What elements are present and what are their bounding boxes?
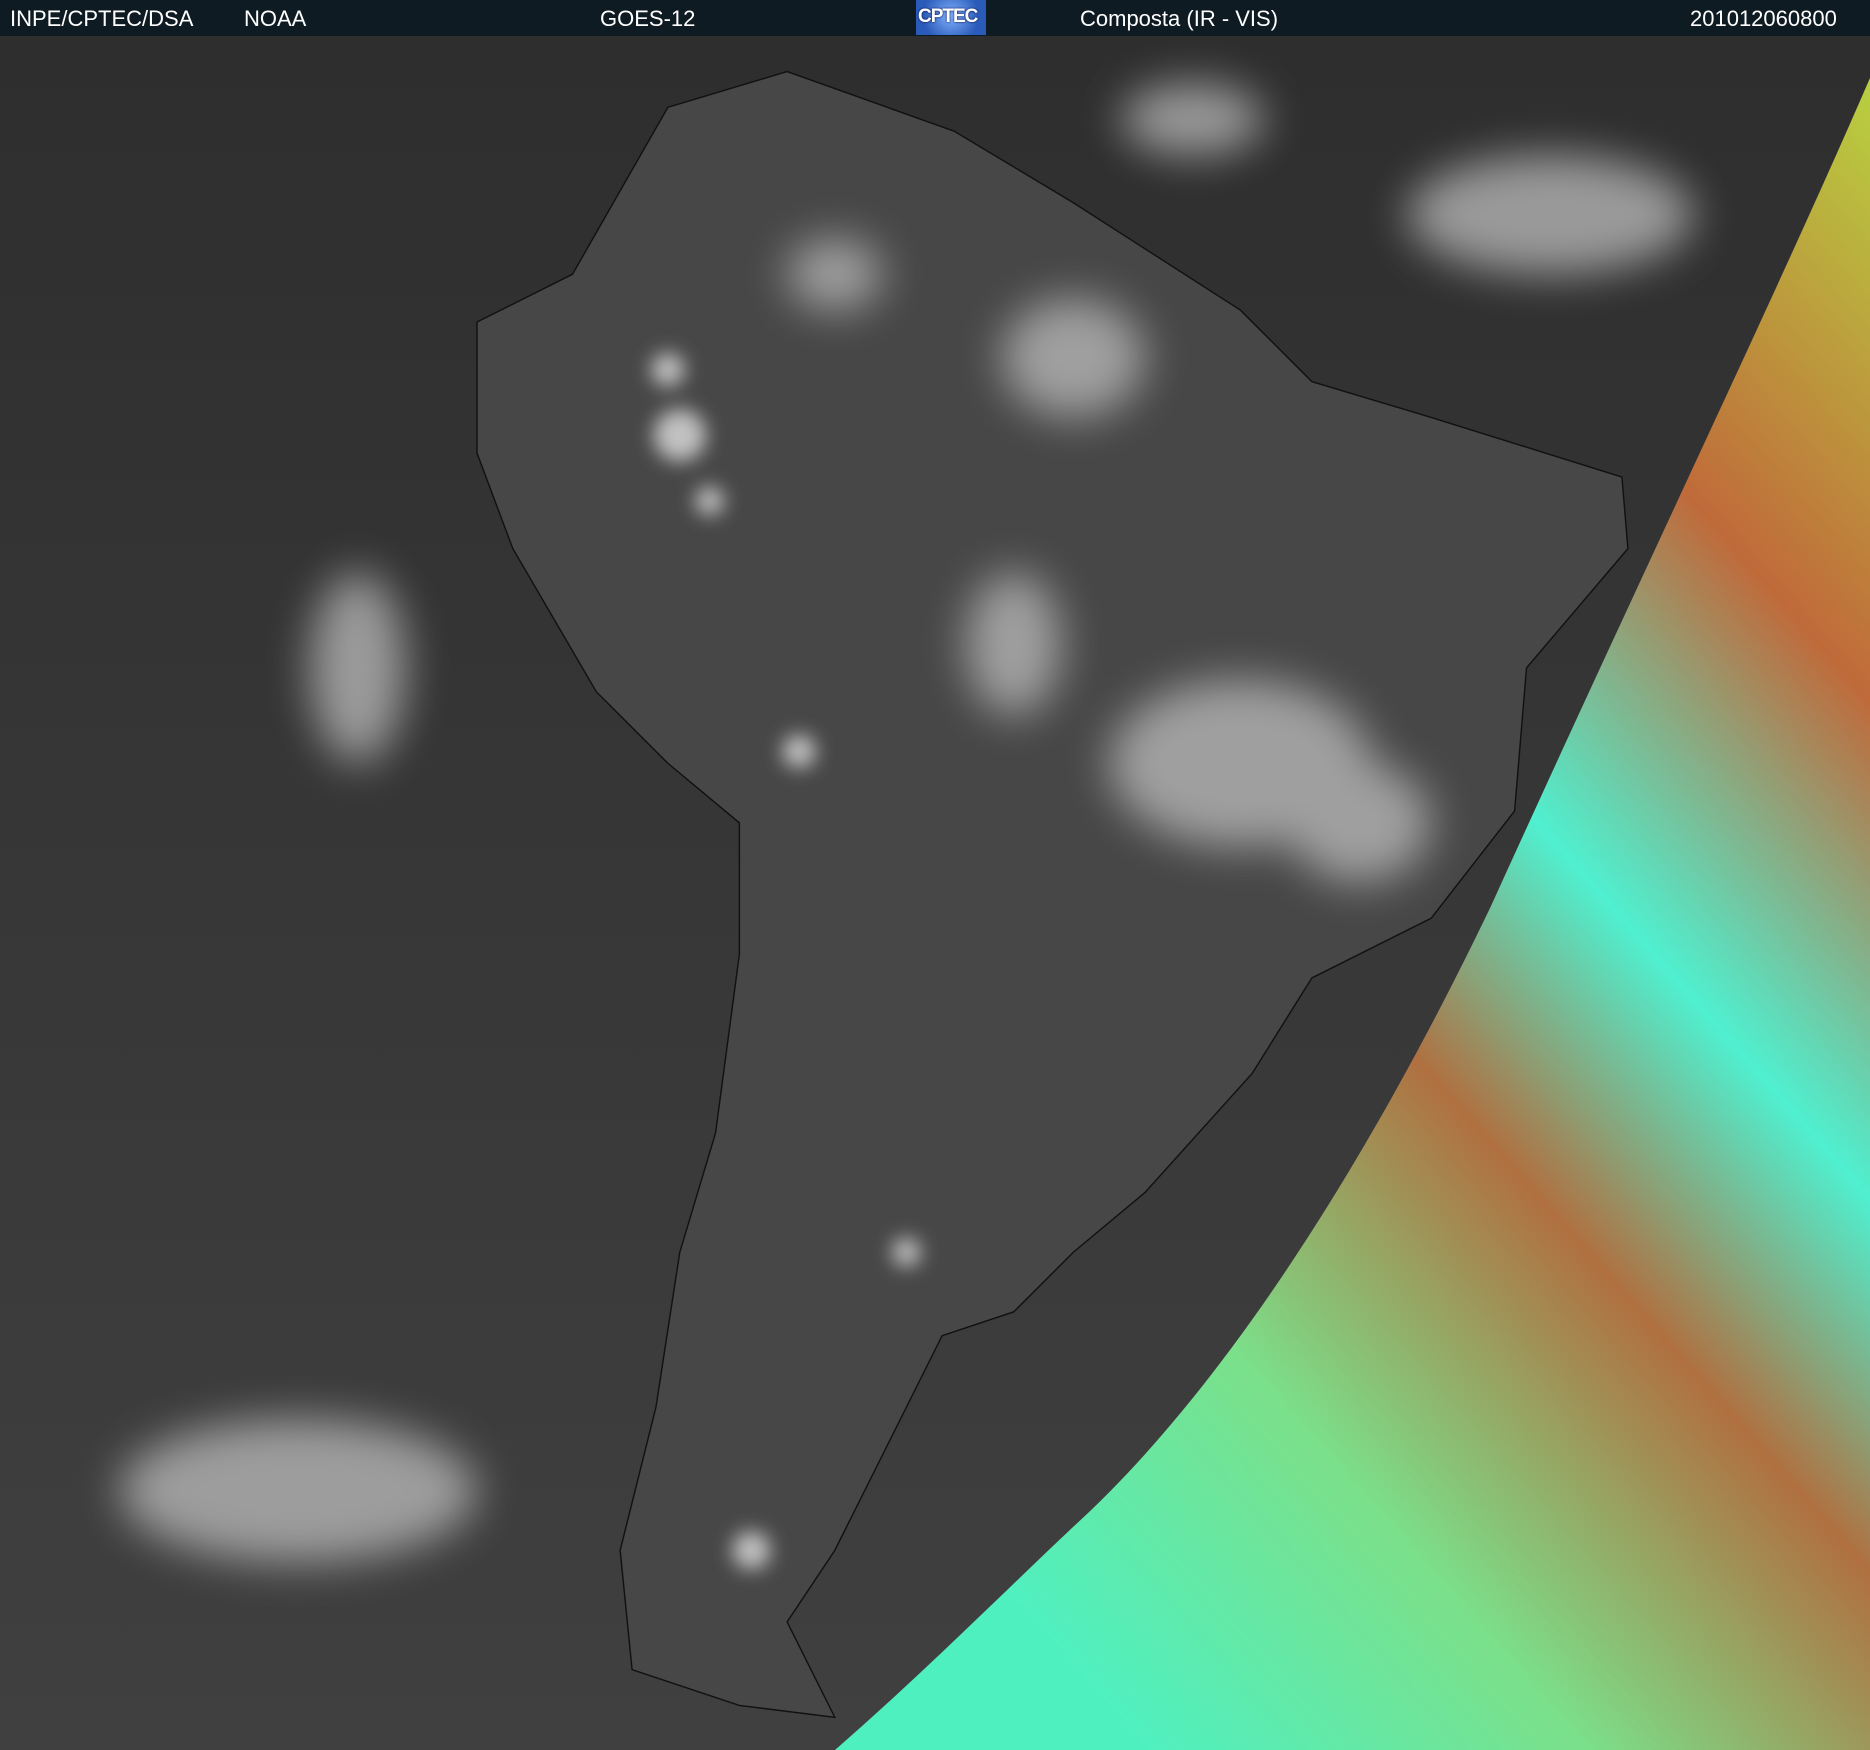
logo-text: CPTEC bbox=[918, 6, 978, 27]
header-bar: INPE/CPTEC/DSA NOAA GOES-12 CPTEC Compos… bbox=[0, 0, 1870, 36]
product-label: Composta (IR - VIS) bbox=[1080, 6, 1279, 31]
timestamp-label: 201012060800 bbox=[1690, 6, 1837, 31]
satellite-label: GOES-12 bbox=[600, 6, 696, 31]
institution-label: INPE/CPTEC/DSA bbox=[10, 6, 194, 31]
cptec-logo: CPTEC bbox=[916, 0, 986, 35]
agency-label: NOAA bbox=[244, 6, 307, 31]
satellite-image bbox=[0, 36, 1870, 1750]
